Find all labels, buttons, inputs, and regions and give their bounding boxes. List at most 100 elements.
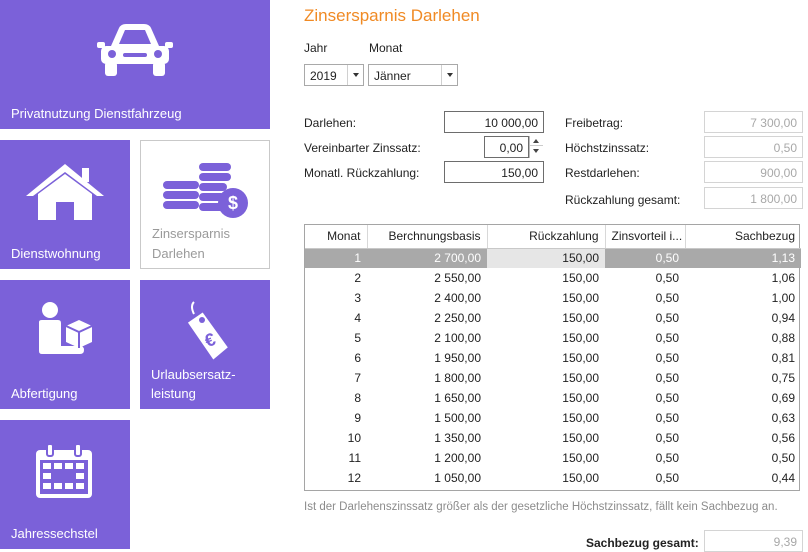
table-cell: 9 [354,411,361,425]
table-row[interactable]: 7 1 800,00 150,00 0,50 0,75 [305,368,801,388]
repayment-label: Monatl. Rückzahlung: [304,166,420,180]
rate-input[interactable]: 0,00 [484,136,529,158]
table-cell: 1 500,00 [434,411,481,425]
svg-text:$: $ [228,193,238,213]
table-cell: 150,00 [562,411,599,425]
tile-jahressechstel[interactable]: Jahressechstel [0,420,130,549]
max-rate-field: 0,50 [704,136,803,158]
rate-increment-button[interactable] [530,136,543,146]
tile-zinsersparnis-darlehen[interactable]: $ Zinsersparnis Darlehen [140,140,270,269]
loan-input[interactable]: 10 000,00 [444,111,544,133]
table-cell: 5 [354,331,361,345]
column-header-zinsvorteil[interactable]: Zinsvorteil i... [605,225,686,249]
table-cell: 1 950,00 [434,351,481,365]
column-header-berechnungsbasis[interactable]: Berchnungsbasis [367,225,488,249]
allowance-field: 7 300,00 [704,111,803,133]
max-rate-label: Höchstzinssatz: [565,141,650,155]
tile-privatnutzung-dienstfahrzeug[interactable]: Privatnutzung Dienstfahrzeug [0,0,270,129]
loan-label: Darlehen: [304,116,357,130]
table-cell: 0,44 [771,471,795,485]
table-row[interactable]: 12 700,00 150,00 0,50 1,13 [305,248,801,268]
table-cell: 0,50 [655,451,679,465]
tile-label: Jahressechstel [11,526,98,541]
total-field: 9,39 [704,530,803,552]
table-cell: 2 400,00 [434,291,481,305]
year-select[interactable]: 2019 [304,64,364,86]
table-cell: 0,63 [771,411,795,425]
table-cell: 8 [354,391,361,405]
table-cell: 0,50 [655,271,679,285]
tile-urlaubsersatzleistung[interactable]: € Urlaubsersatz- leistung [140,280,270,409]
table-cell: 150,00 [562,331,599,345]
rest-loan-field: 900,00 [704,161,803,183]
table-cell: 150,00 [562,311,599,325]
table-cell: 0,50 [605,248,685,268]
table-cell: 2 100,00 [434,331,481,345]
column-header-rueckzahlung[interactable]: Rückzahlung [487,225,606,249]
table-cell: 1 650,00 [434,391,481,405]
tile-abfertigung[interactable]: Abfertigung [0,280,130,409]
tile-dienstwohnung[interactable]: Dienstwohnung [0,140,130,269]
person-package-icon [39,302,93,354]
month-label: Monat [369,41,403,55]
repayment-total-label: Rückzahlung gesamt: [565,193,681,207]
rest-loan-label: Restdarlehen: [565,166,640,180]
tile-label-line1: Urlaubsersatz- [151,367,236,382]
table-cell: 0,50 [655,291,679,305]
car-icon [97,24,173,76]
table-cell: 2 700,00 [367,248,487,268]
table-cell: 150,00 [562,291,599,305]
coins-dollar-icon: $ [163,163,248,218]
repayment-input[interactable]: 150,00 [444,161,544,183]
table-cell: 6 [354,351,361,365]
table-row[interactable]: 8 1 650,00 150,00 0,50 0,69 [305,388,801,408]
table-cell: 7 [354,371,361,385]
tile-label-line2: leistung [151,386,196,401]
table-cell: 0,94 [771,311,795,325]
month-select[interactable]: Jänner [368,64,458,86]
table-cell: 2 550,00 [434,271,481,285]
column-header-monat[interactable]: Monat [305,225,368,249]
table-cell: 10 [347,431,361,445]
rate-decrement-button[interactable] [530,146,543,156]
table-row[interactable]: 10 1 350,00 150,00 0,50 0,56 [305,428,801,448]
table-cell: 1,13 [685,248,801,268]
table-row[interactable]: 6 1 950,00 150,00 0,50 0,81 [305,348,801,368]
year-label: Jahr [304,41,328,55]
table-cell: 150,00 [562,371,599,385]
table-cell: 11 [348,451,361,465]
year-select-value: 2019 [310,69,337,83]
table-cell: 4 [354,311,361,325]
table-cell: 150,00 [562,391,599,405]
rate-stepper[interactable] [529,136,543,158]
table-cell: 0,50 [655,471,679,485]
repayment-total-field: 1 800,00 [704,187,803,209]
column-header-sachbezug[interactable]: Sachbezug [685,225,801,249]
table-row[interactable]: 9 1 500,00 150,00 0,50 0,63 [305,408,801,428]
table-cell: 1 [305,248,367,268]
table-cell: 0,56 [771,431,795,445]
table-row[interactable]: 11 1 200,00 150,00 0,50 0,50 [305,448,801,468]
table-cell: 0,81 [771,351,795,365]
rate-label: Vereinbarter Zinssatz: [304,141,421,155]
table-cell: 3 [354,291,361,305]
table-cell: 0,50 [771,451,795,465]
chevron-down-icon[interactable] [347,65,363,85]
sachbezug-table[interactable]: Monat Berchnungsbasis Rückzahlung Zinsvo… [304,224,801,491]
table-cell: 2 [354,271,361,285]
chevron-down-icon[interactable] [441,65,457,85]
table-row[interactable]: 3 2 400,00 150,00 0,50 1,00 [305,288,801,308]
table-header-row: Monat Berchnungsbasis Rückzahlung Zinsvo… [305,225,801,249]
tile-label: Dienstwohnung [11,246,101,261]
table-cell: 1 350,00 [434,431,481,445]
table-cell: 0,50 [655,311,679,325]
table-cell: 150,00 [562,431,599,445]
table-cell: 0,50 [655,431,679,445]
table-cell: 1,00 [771,291,795,305]
table-cell: 150,00 [487,248,605,268]
table-row[interactable]: 5 2 100,00 150,00 0,50 0,88 [305,328,801,348]
table-row[interactable]: 2 2 550,00 150,00 0,50 1,06 [305,268,801,288]
table-row[interactable]: 4 2 250,00 150,00 0,50 0,94 [305,308,801,328]
table-cell: 0,50 [655,351,679,365]
table-row[interactable]: 12 1 050,00 150,00 0,50 0,44 [305,468,801,488]
